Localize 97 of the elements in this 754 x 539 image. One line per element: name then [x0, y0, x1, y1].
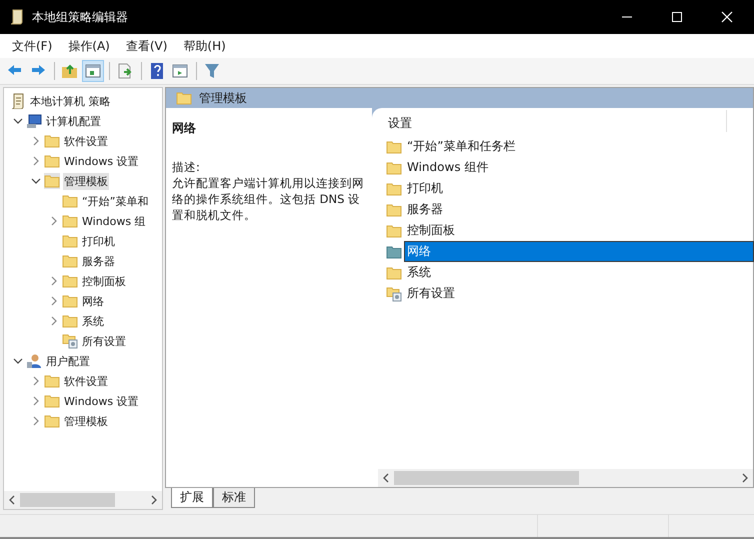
folder-icon: [62, 293, 78, 309]
tree-item[interactable]: 控制面板: [4, 271, 162, 291]
tree-label: 打印机: [81, 234, 116, 250]
tree-label: Windows 组: [81, 214, 147, 230]
scroll-right-icon[interactable]: [150, 495, 158, 505]
menu-item[interactable]: 查看(V): [118, 38, 176, 54]
folder-icon: [62, 313, 78, 329]
folder-icon: [62, 193, 78, 209]
folder-icon: [44, 153, 60, 169]
folder-icon: [386, 138, 402, 154]
tree-label: Windows 设置: [63, 394, 140, 410]
tree-item[interactable]: 软件设置: [4, 371, 162, 391]
folder-icon: [386, 180, 402, 196]
folder-icon: [62, 213, 78, 229]
list-item[interactable]: 网络: [372, 241, 753, 262]
tree-label: “开始”菜单和: [81, 194, 150, 210]
tree-label: 本地计算机 策略: [29, 94, 112, 110]
item-label: 控制面板: [406, 222, 456, 239]
item-label: 打印机: [406, 180, 444, 197]
settings-folder-icon: [62, 333, 78, 349]
menu-item[interactable]: 帮助(H): [175, 38, 234, 54]
tree-item[interactable]: Windows 设置: [4, 391, 162, 411]
tree-item[interactable]: 用户配置: [4, 351, 162, 371]
list-item[interactable]: 控制面板: [372, 220, 753, 241]
folder-icon: [386, 264, 402, 280]
folder-icon: [386, 222, 402, 238]
tree-item[interactable]: Windows 设置: [4, 151, 162, 171]
tree-item[interactable]: 所有设置: [4, 331, 162, 351]
list-item[interactable]: “开始”菜单和任务栏: [372, 136, 753, 157]
user-icon: [26, 353, 42, 369]
tree-item[interactable]: 本地计算机 策略: [4, 91, 162, 111]
folder-icon: [386, 202, 402, 218]
folder-icon: [44, 133, 60, 149]
tree-item[interactable]: 服务器: [4, 251, 162, 271]
folder-icon: [44, 173, 60, 189]
folder-icon: [44, 393, 60, 409]
tree-label: 所有设置: [81, 334, 127, 350]
scroll-right-icon[interactable]: [741, 473, 749, 483]
app-icon: [10, 9, 24, 25]
item-label: “开始”菜单和任务栏: [406, 138, 516, 155]
folder-icon: [176, 90, 192, 106]
list-item[interactable]: 服务器: [372, 199, 753, 220]
tree-item[interactable]: 系统: [4, 311, 162, 331]
document-icon: [10, 93, 26, 109]
item-label: Windows 组件: [406, 159, 490, 176]
folder-icon: [62, 233, 78, 249]
window-title: 本地组策略编辑器: [32, 8, 128, 26]
tree-label: 控制面板: [81, 274, 127, 290]
list-item[interactable]: 系统: [372, 262, 753, 283]
item-label: 所有设置: [406, 285, 456, 302]
tab[interactable]: 标准: [213, 488, 255, 508]
tree-item[interactable]: 网络: [4, 291, 162, 311]
folder-icon: [44, 413, 60, 429]
scroll-left-icon[interactable]: [382, 473, 390, 483]
horizontal-scrollbar[interactable]: [4, 491, 162, 509]
settings-folder-icon: [386, 286, 402, 302]
description-title: 网络: [172, 120, 197, 137]
tree-label: 软件设置: [63, 134, 109, 150]
tree-label: 用户配置: [45, 354, 91, 370]
item-label: 网络: [405, 242, 753, 261]
menu-item[interactable]: 操作(A): [60, 38, 118, 54]
horizontal-scrollbar[interactable]: [378, 469, 753, 487]
tree-item[interactable]: 计算机配置: [4, 111, 162, 131]
tree-label: 服务器: [81, 254, 116, 270]
description-text: 允许配置客户端计算机用以连接到网络的操作系统组件。这包括 DNS 设置和脱机文件。: [172, 175, 365, 223]
menu-item[interactable]: 文件(F): [4, 38, 60, 54]
tree-item[interactable]: Windows 组: [4, 211, 162, 231]
folder-icon: [386, 244, 402, 260]
tree-label: 计算机配置: [45, 114, 102, 130]
item-label: 系统: [406, 264, 432, 281]
folder-icon: [62, 253, 78, 269]
folder-icon: [62, 273, 78, 289]
tree-label: 网络: [81, 294, 105, 310]
tree-item[interactable]: 管理模板: [4, 411, 162, 431]
tree-item[interactable]: “开始”菜单和: [4, 191, 162, 211]
tree-item[interactable]: 软件设置: [4, 131, 162, 151]
item-label: 服务器: [406, 201, 444, 218]
tree-label: 软件设置: [63, 374, 109, 390]
header-title: 管理模板: [199, 90, 247, 106]
column-header[interactable]: 设置: [388, 115, 726, 132]
tree-label: 系统: [81, 314, 105, 330]
tree-item[interactable]: 管理模板: [4, 171, 162, 191]
list-item[interactable]: 所有设置: [372, 283, 753, 304]
description-label: 描述:: [172, 159, 201, 175]
tree-label: 管理模板: [63, 414, 109, 430]
scrollbar-thumb[interactable]: [20, 493, 115, 507]
tree-item[interactable]: 打印机: [4, 231, 162, 251]
folder-icon: [44, 373, 60, 389]
folder-icon: [386, 160, 402, 176]
list-item[interactable]: 打印机: [372, 178, 753, 199]
tree-label: 管理模板: [63, 172, 109, 190]
scrollbar-thumb[interactable]: [394, 471, 579, 485]
computer-icon: [26, 113, 42, 129]
tree-label: Windows 设置: [63, 154, 140, 170]
scroll-left-icon[interactable]: [8, 495, 16, 505]
list-item[interactable]: Windows 组件: [372, 157, 753, 178]
tab[interactable]: 扩展: [171, 488, 213, 508]
